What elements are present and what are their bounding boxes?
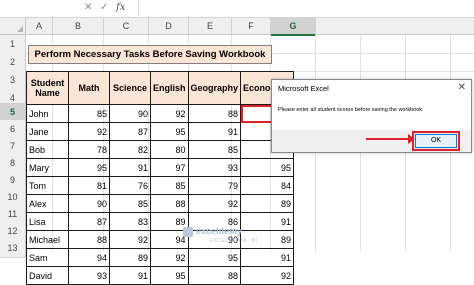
score-cell[interactable]: 95 (150, 266, 189, 285)
student-name-cell[interactable]: Mary (26, 158, 69, 177)
table-row: Sam 94 89 92 95 91 (26, 248, 295, 267)
student-name-cell[interactable]: Lisa (26, 212, 69, 231)
student-name-cell[interactable]: Alex (26, 194, 69, 213)
score-cell[interactable]: 79 (187, 176, 242, 195)
table-header-row: Student Name Math Science English Geogra… (26, 71, 295, 105)
student-name-cell[interactable]: Sam (26, 248, 69, 267)
student-name-cell[interactable]: David (26, 266, 69, 285)
score-cell[interactable]: 92 (240, 266, 295, 285)
score-cell[interactable]: 85 (109, 194, 151, 213)
row-header-3[interactable]: 3 (0, 71, 26, 90)
table-row: Bob 78 82 80 85 87 (26, 140, 295, 159)
column-header-cell[interactable]: English (150, 71, 189, 105)
column-header-g[interactable]: G (271, 18, 316, 36)
score-cell[interactable]: 84 (240, 176, 295, 195)
score-cell[interactable]: 87 (68, 212, 110, 231)
score-cell[interactable]: 82 (109, 140, 151, 159)
score-cell[interactable]: 92 (150, 248, 189, 267)
cancel-x-icon[interactable]: ✕ (84, 2, 92, 13)
score-cell[interactable]: 93 (187, 158, 242, 177)
score-cell[interactable]: 95 (150, 122, 189, 141)
score-cell[interactable]: 85 (150, 176, 189, 195)
score-cell[interactable]: 92 (109, 230, 151, 249)
arrow-annotation-icon (366, 134, 415, 144)
score-cell[interactable]: 88 (150, 194, 189, 213)
formula-input[interactable] (138, 1, 473, 15)
score-cell[interactable]: 89 (109, 248, 151, 267)
worksheet-title[interactable]: Perform Necessary Tasks Before Saving Wo… (28, 45, 272, 64)
ok-button[interactable]: OK (412, 131, 460, 151)
close-icon[interactable]: ✕ (458, 82, 466, 93)
check-icon[interactable]: ✓ (100, 2, 108, 13)
row-header-13[interactable]: 13 (0, 239, 26, 258)
message-box-dialog: Microsoft Excel ✕ Please enter all stude… (271, 79, 472, 153)
student-name-cell[interactable]: Jane (26, 122, 69, 141)
score-cell[interactable]: 92 (68, 122, 110, 141)
row-header-2[interactable]: 2 (0, 53, 26, 72)
table-row: Lisa 87 83 89 86 91 (26, 212, 295, 231)
column-header-b[interactable]: B (53, 18, 104, 34)
score-cell[interactable]: 89 (240, 194, 295, 213)
score-cell[interactable]: 76 (109, 176, 151, 195)
score-cell[interactable]: 88 (187, 104, 242, 123)
score-cell[interactable]: 91 (240, 248, 295, 267)
column-header-row: A B C D E F G (0, 18, 474, 36)
table-row: Mary 95 91 97 93 95 (26, 158, 295, 177)
row-header-1[interactable]: 1 (0, 35, 26, 54)
score-cell[interactable]: 94 (68, 248, 110, 267)
score-cell[interactable]: 81 (68, 176, 110, 195)
score-cell[interactable]: 93 (68, 266, 110, 285)
score-cell[interactable]: 88 (187, 266, 242, 285)
student-name-cell[interactable]: John (26, 104, 69, 123)
score-cell[interactable]: 95 (68, 158, 110, 177)
select-all-corner[interactable] (0, 18, 26, 34)
score-cell[interactable]: 87 (109, 122, 151, 141)
score-cell[interactable]: 92 (187, 194, 242, 213)
dialog-message: Please enter all student scores before s… (278, 107, 424, 113)
column-header-cell[interactable]: Math (68, 71, 110, 105)
student-name-cell[interactable]: Tom (26, 176, 69, 195)
score-cell[interactable]: 91 (109, 158, 151, 177)
column-header-f[interactable]: F (232, 18, 271, 34)
score-cell[interactable]: 83 (109, 212, 151, 231)
column-header-cell[interactable]: Science (109, 71, 151, 105)
student-scores-table: Student Name Math Science English Geogra… (26, 71, 295, 285)
table-row: Tom 81 76 85 79 84 (26, 176, 295, 195)
column-header-cell[interactable]: Geography (187, 71, 242, 105)
score-cell[interactable]: 90 (109, 104, 151, 123)
column-header-c[interactable]: C (104, 18, 149, 34)
score-cell[interactable]: 80 (150, 140, 189, 159)
score-cell[interactable]: 91 (187, 122, 242, 141)
fx-label[interactable]: fx (116, 2, 125, 13)
score-cell[interactable]: 92 (150, 104, 189, 123)
score-cell[interactable]: 88 (68, 230, 110, 249)
score-cell[interactable]: 95 (240, 158, 295, 177)
formula-bar: ✕ ✓ fx (0, 0, 474, 18)
column-header-a[interactable]: A (26, 18, 53, 34)
score-cell[interactable]: 97 (150, 158, 189, 177)
student-name-cell[interactable]: Michael (26, 230, 69, 249)
table-row: Alex 90 85 88 92 89 (26, 194, 295, 213)
score-cell[interactable]: 91 (240, 212, 295, 231)
table-row: John 85 90 92 88 (26, 104, 295, 123)
table-row: Jane 92 87 95 91 92 (26, 122, 295, 141)
score-cell[interactable]: 85 (68, 104, 110, 123)
score-cell[interactable]: 95 (187, 248, 242, 267)
dialog-footer: OK (272, 130, 471, 152)
column-header-cell[interactable]: Student Name (26, 71, 69, 105)
score-cell[interactable]: 85 (187, 140, 242, 159)
dialog-title: Microsoft Excel (278, 84, 329, 93)
exceldemy-logo-icon (183, 227, 193, 237)
score-cell[interactable]: 78 (68, 140, 110, 159)
score-cell[interactable]: 91 (109, 266, 151, 285)
table-row: David 93 91 95 88 92 (26, 266, 295, 285)
score-cell[interactable]: 90 (68, 194, 110, 213)
watermark-name: exceldemy (196, 226, 243, 236)
student-name-cell[interactable]: Bob (26, 140, 69, 159)
column-header-e[interactable]: E (189, 18, 232, 34)
column-header-d[interactable]: D (149, 18, 189, 34)
watermark-tagline: EXCEL · DATA · BI (210, 238, 258, 244)
